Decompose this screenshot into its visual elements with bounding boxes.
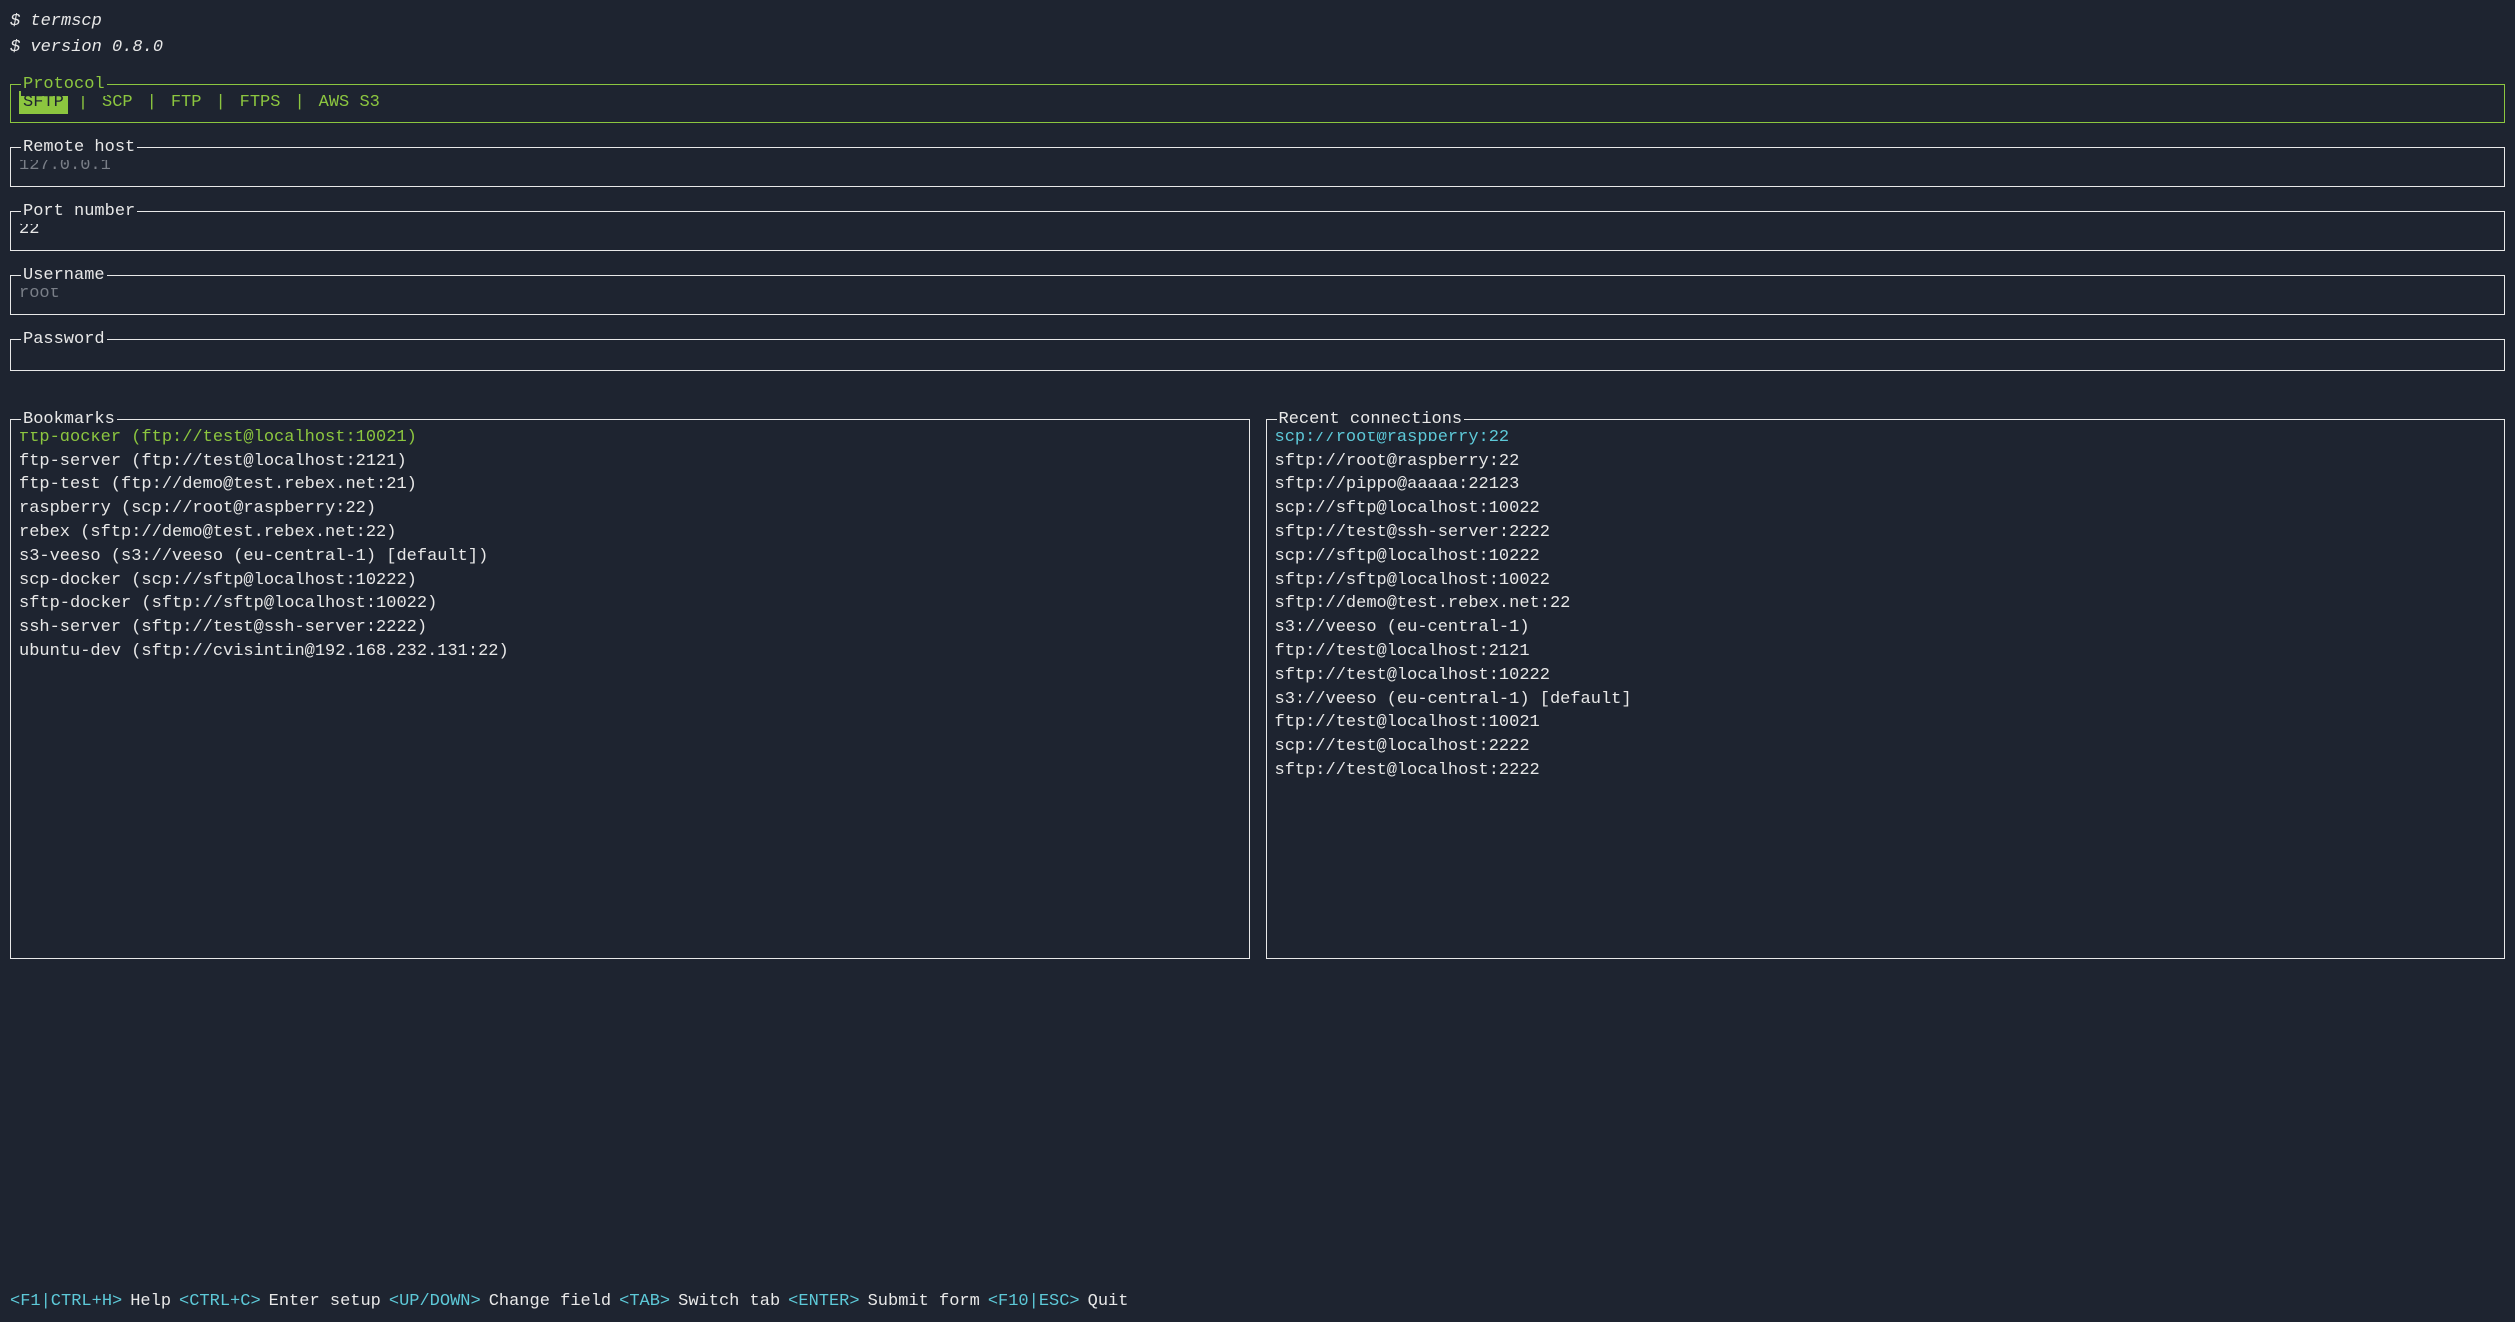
footer-key: <TAB>	[619, 1290, 670, 1314]
password-label: Password	[21, 328, 107, 352]
recent-item[interactable]: scp://sftp@localhost:10022	[1275, 497, 2497, 521]
protocol-tab-aws-s3[interactable]: AWS S3	[315, 91, 384, 115]
footer-desc: Submit form	[868, 1290, 980, 1314]
bookmark-item[interactable]: scp-docker (scp://sftp@localhost:10222)	[19, 569, 1241, 593]
recent-list: scp://root@raspberry:22sftp://root@raspb…	[1275, 426, 2497, 783]
password-field[interactable]: Password	[10, 339, 2505, 371]
port-label: Port number	[21, 200, 137, 224]
recent-item[interactable]: sftp://demo@test.rebex.net:22	[1275, 592, 2497, 616]
recent-item[interactable]: sftp://test@ssh-server:2222	[1275, 521, 2497, 545]
bookmarks-panel[interactable]: Bookmarks ftp-docker (ftp://test@localho…	[10, 419, 1250, 959]
footer-desc: Quit	[1088, 1290, 1129, 1314]
recent-item[interactable]: s3://veeso (eu-central-1)	[1275, 616, 2497, 640]
username-label: Username	[21, 264, 107, 288]
remote-host-field[interactable]: Remote host 127.0.0.1	[10, 147, 2505, 187]
recent-item[interactable]: sftp://sftp@localhost:10022	[1275, 569, 2497, 593]
footer-key: <F1|CTRL+H>	[10, 1290, 122, 1314]
footer-key: <ENTER>	[788, 1290, 859, 1314]
footer-key: <CTRL+C>	[179, 1290, 261, 1314]
recent-item[interactable]: sftp://test@localhost:2222	[1275, 759, 2497, 783]
bookmark-item[interactable]: ftp-test (ftp://demo@test.rebex.net:21)	[19, 473, 1241, 497]
bookmark-item[interactable]: ftp-docker (ftp://test@localhost:10021)	[19, 426, 1241, 450]
bookmarks-list: ftp-docker (ftp://test@localhost:10021)f…	[19, 426, 1241, 664]
header-line-1: $ termscp	[10, 10, 2505, 34]
bookmark-item[interactable]: sftp-docker (sftp://sftp@localhost:10022…	[19, 592, 1241, 616]
footer-desc: Change field	[489, 1290, 611, 1314]
bookmark-item[interactable]: ssh-server (sftp://test@ssh-server:2222)	[19, 616, 1241, 640]
recent-item[interactable]: s3://veeso (eu-central-1) [default]	[1275, 688, 2497, 712]
footer-key: <UP/DOWN>	[389, 1290, 481, 1314]
recent-item[interactable]: ftp://test@localhost:10021	[1275, 711, 2497, 735]
header-line-2: $ version 0.8.0	[10, 36, 2505, 60]
bookmark-item[interactable]: ftp-server (ftp://test@localhost:2121)	[19, 450, 1241, 474]
protocol-tab-ftp[interactable]: FTP	[167, 91, 206, 115]
bookmarks-label: Bookmarks	[21, 408, 117, 432]
recent-panel[interactable]: Recent connections scp://root@raspberry:…	[1266, 419, 2506, 959]
protocol-tabs: SFTP|SCP|FTP|FTPS|AWS S3	[19, 91, 2496, 115]
recent-label: Recent connections	[1277, 408, 1465, 432]
bookmark-item[interactable]: s3-veeso (s3://veeso (eu-central-1) [def…	[19, 545, 1241, 569]
username-field[interactable]: Username root	[10, 275, 2505, 315]
remote-host-label: Remote host	[21, 136, 137, 160]
protocol-separator: |	[137, 91, 167, 115]
recent-item[interactable]: scp://sftp@localhost:10222	[1275, 545, 2497, 569]
footer-help: <F1|CTRL+H> Help <CTRL+C> Enter setup <UP/DO…	[10, 1290, 1128, 1314]
bookmark-item[interactable]: rebex (sftp://demo@test.rebex.net:22)	[19, 521, 1241, 545]
recent-item[interactable]: sftp://pippo@aaaaa:22123	[1275, 473, 2497, 497]
bookmark-item[interactable]: ubuntu-dev (sftp://cvisintin@192.168.232…	[19, 640, 1241, 664]
footer-key: <F10|ESC>	[988, 1290, 1080, 1314]
recent-item[interactable]: ftp://test@localhost:2121	[1275, 640, 2497, 664]
protocol-field[interactable]: Protocol SFTP|SCP|FTP|FTPS|AWS S3	[10, 84, 2505, 124]
footer-desc: Help	[130, 1290, 171, 1314]
recent-item[interactable]: sftp://test@localhost:10222	[1275, 664, 2497, 688]
footer-desc: Enter setup	[269, 1290, 381, 1314]
port-field[interactable]: Port number 22	[10, 211, 2505, 251]
bookmark-item[interactable]: raspberry (scp://root@raspberry:22)	[19, 497, 1241, 521]
recent-item[interactable]: sftp://root@raspberry:22	[1275, 450, 2497, 474]
recent-item[interactable]: scp://test@localhost:2222	[1275, 735, 2497, 759]
protocol-tab-ftps[interactable]: FTPS	[236, 91, 285, 115]
protocol-label: Protocol	[21, 73, 107, 97]
protocol-separator: |	[284, 91, 314, 115]
footer-desc: Switch tab	[678, 1290, 780, 1314]
protocol-separator: |	[205, 91, 235, 115]
